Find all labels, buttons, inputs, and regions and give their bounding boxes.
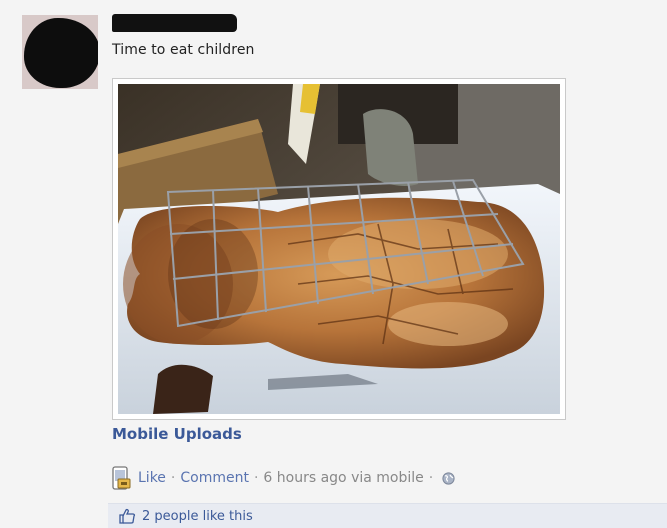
story-actions: Like · Comment · 6 hours ago via mobile … (112, 464, 455, 492)
roast-pig-photo (118, 84, 560, 414)
avatar[interactable] (22, 15, 98, 89)
likes-count-link[interactable]: 2 people like this (142, 509, 253, 524)
timestamp-link[interactable]: 6 hours ago via mobile (263, 470, 423, 486)
album-link-mobile-uploads[interactable]: Mobile Uploads (112, 425, 242, 443)
likes-summary: 2 people like this (108, 503, 667, 528)
post-message: Time to eat children (112, 42, 255, 58)
photo-attachment[interactable] (112, 78, 566, 420)
separator-dot: · (428, 470, 434, 486)
thumbs-up-icon (119, 508, 136, 524)
feed-story: Time to eat children Mobile Uploads Like… (0, 0, 667, 528)
separator-dot: · (170, 470, 176, 486)
comment-link[interactable]: Comment (180, 470, 249, 486)
globe-icon[interactable] (442, 471, 455, 485)
redaction-scribble (24, 18, 98, 88)
like-link[interactable]: Like (138, 470, 166, 486)
separator-dot: · (253, 470, 259, 486)
mobile-phone-icon (112, 466, 131, 490)
author-name-redaction (112, 14, 237, 32)
